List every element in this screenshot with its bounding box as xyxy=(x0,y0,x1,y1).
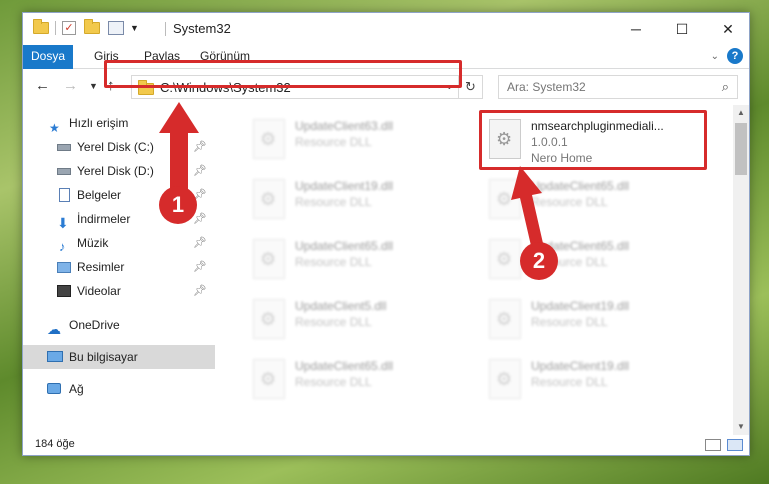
annotation-arrows xyxy=(159,102,545,252)
step-one-badge: 1 xyxy=(159,186,197,224)
arrow-one-icon xyxy=(159,102,199,190)
step-two-badge: 2 xyxy=(520,242,558,280)
arrow-two-icon xyxy=(511,166,545,252)
